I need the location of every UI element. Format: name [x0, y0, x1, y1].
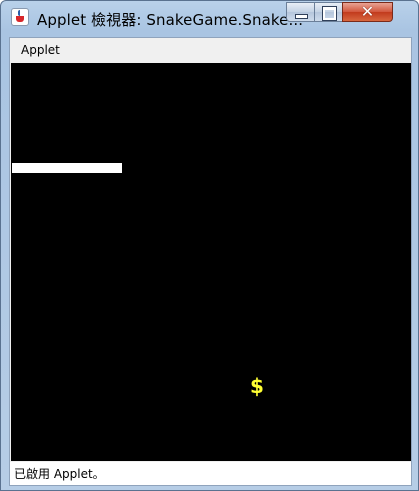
minimize-icon	[295, 14, 308, 19]
title-bar[interactable]: Applet 檢視器: SnakeGame.Snake... ✕	[1, 1, 418, 35]
java-cup-icon[interactable]	[11, 8, 29, 26]
menu-item-applet[interactable]: Applet	[21, 43, 60, 57]
game-canvas[interactable]: $	[11, 63, 411, 461]
window-title: Applet 檢視器: SnakeGame.Snake...	[37, 11, 304, 29]
minimize-button[interactable]	[286, 2, 315, 22]
close-icon: ✕	[360, 2, 375, 21]
applet-client-area: Applet $ 已啟用 Applet。	[9, 37, 412, 486]
snake-body	[12, 163, 122, 173]
food-dollar: $	[250, 374, 264, 398]
menu-bar: Applet	[10, 38, 411, 62]
close-button[interactable]: ✕	[342, 2, 393, 22]
applet-viewer-window: Applet 檢視器: SnakeGame.Snake... ✕ Applet …	[0, 0, 419, 491]
status-bar: 已啟用 Applet。	[10, 462, 411, 485]
status-text: 已啟用 Applet。	[14, 467, 105, 481]
maximize-button[interactable]	[314, 2, 343, 22]
maximize-icon	[322, 6, 337, 21]
java-cup	[16, 16, 24, 22]
